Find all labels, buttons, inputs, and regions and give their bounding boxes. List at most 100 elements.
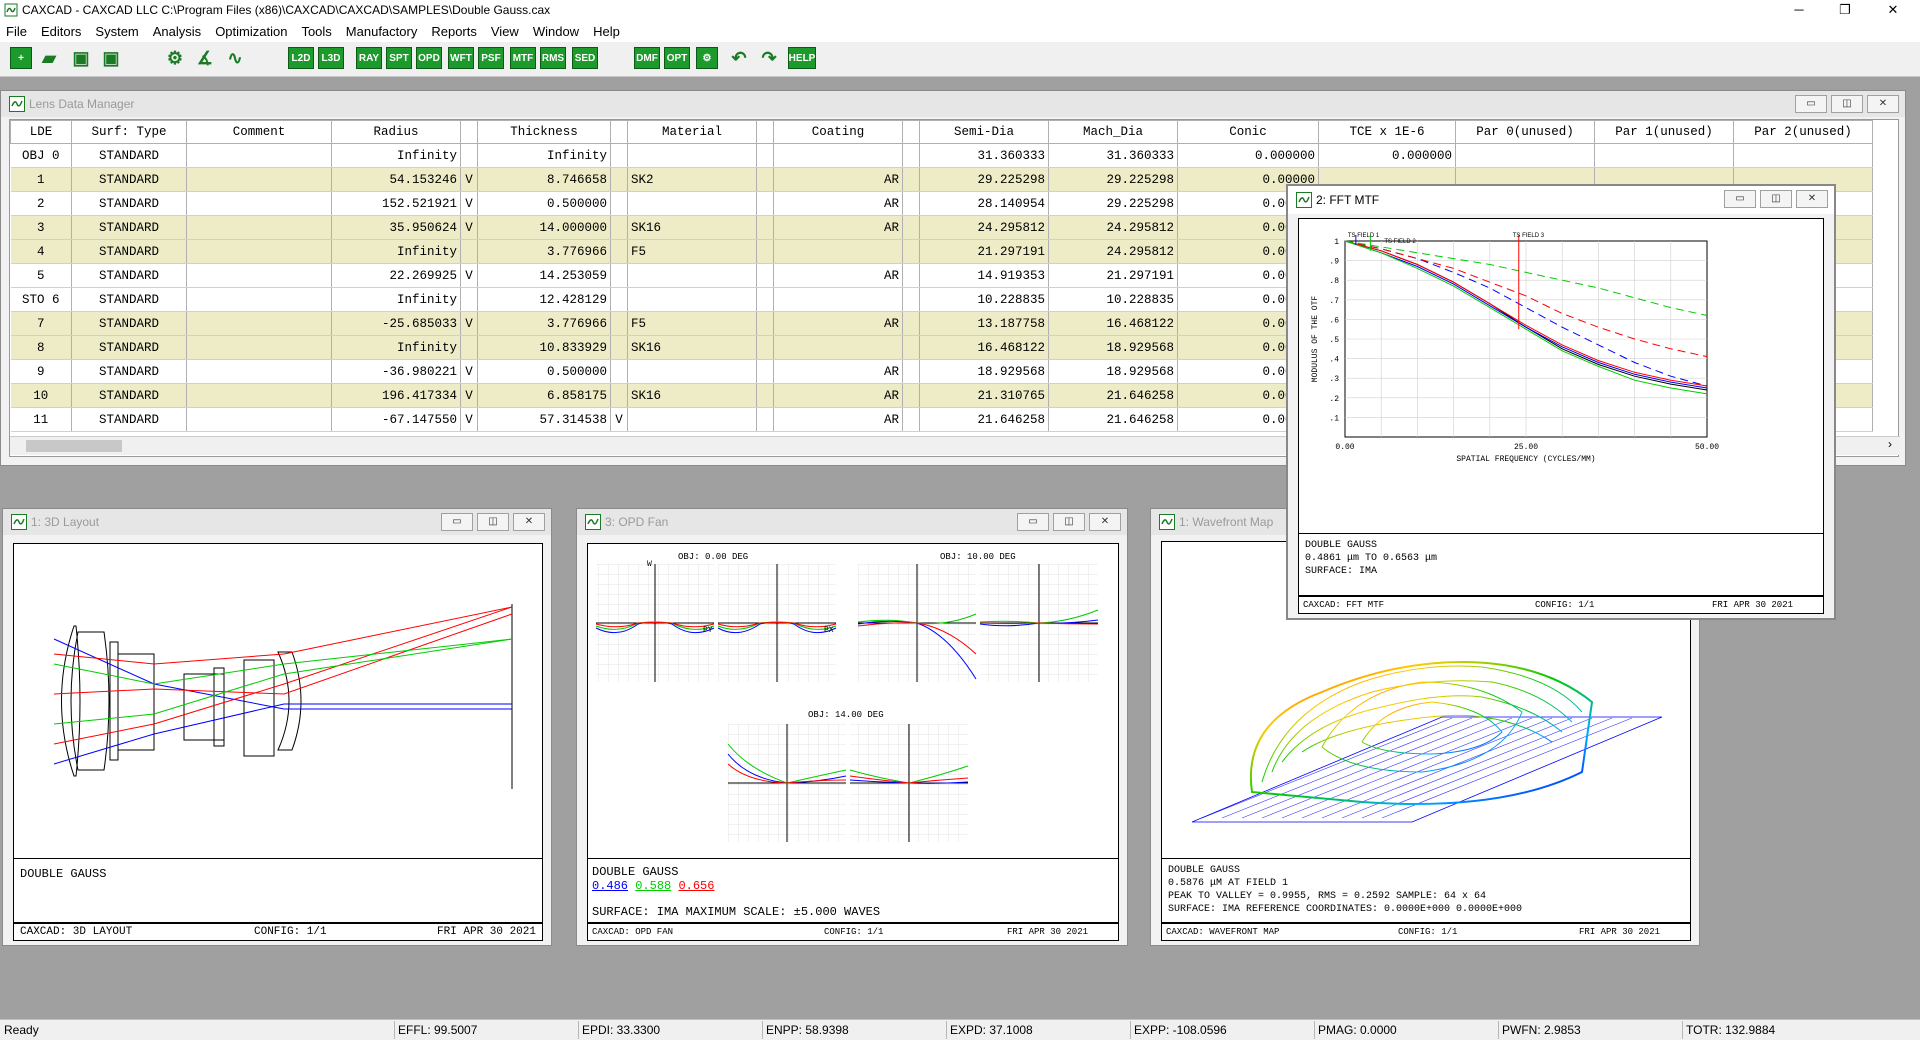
angle-tool-icon[interactable]: ∡ [194,47,216,69]
col-comment[interactable]: Comment [186,120,332,144]
lde-cell[interactable] [1594,143,1734,168]
menu-optimization[interactable]: Optimization [215,24,287,39]
lde-cell[interactable] [756,383,774,408]
lde-cell[interactable]: F5 [627,239,757,264]
lde-cell[interactable] [902,143,920,168]
lde-cell[interactable] [610,143,628,168]
lde-cell[interactable]: STANDARD [71,239,187,264]
menu-window[interactable]: Window [533,24,579,39]
lde-cell[interactable] [1455,143,1595,168]
lde-cell[interactable]: 21.297191 [919,239,1049,264]
menu-view[interactable]: View [491,24,519,39]
lde-cell[interactable] [186,311,332,336]
lde-cell[interactable] [902,311,920,336]
lde-cell[interactable] [902,383,920,408]
lde-cell[interactable]: STANDARD [71,167,187,192]
lde-cell[interactable]: 21.297191 [1048,263,1178,288]
lde-cell[interactable]: V [610,407,628,432]
lde-cell[interactable] [460,287,478,312]
lde-cell[interactable]: 5 [10,263,72,288]
lde-cell[interactable] [756,311,774,336]
col-thickness[interactable]: Thickness [477,120,611,144]
lde-cell[interactable]: 22.269925 [331,263,461,288]
lde-cell[interactable]: 7 [10,311,72,336]
lde-cell[interactable]: AR [773,311,903,336]
lde-cell[interactable] [627,407,757,432]
lde-cell[interactable] [627,143,757,168]
lde-cell[interactable]: V [460,311,478,336]
lde-cell[interactable]: -36.980221 [331,359,461,384]
help-button[interactable]: HELP [788,47,816,69]
lde-cell[interactable]: 18.929568 [919,359,1049,384]
mtf-button[interactable]: MTF [510,47,536,69]
menu-tools[interactable]: Tools [301,24,331,39]
lde-cell[interactable] [902,239,920,264]
lde-cell[interactable]: 3.776966 [477,311,611,336]
lde-cell[interactable]: -25.685033 [331,311,461,336]
lde-cell[interactable]: 10.833929 [477,335,611,360]
lde-cell[interactable]: STANDARD [71,383,187,408]
lde-cell[interactable] [610,311,628,336]
lde-cell[interactable]: 8 [10,335,72,360]
lde-cell[interactable]: 152.521921 [331,191,461,216]
lde-cell[interactable] [773,239,903,264]
col-material[interactable]: Material [627,120,757,144]
lde-cell[interactable]: 18.929568 [1048,335,1178,360]
lde-cell[interactable]: 29.225298 [1048,191,1178,216]
wft-button[interactable]: WFT [448,47,474,69]
lde-cell[interactable]: 16.468122 [1048,311,1178,336]
lde-cell[interactable] [627,263,757,288]
lde-cell[interactable]: STANDARD [71,215,187,240]
lde-cell[interactable]: 14.000000 [477,215,611,240]
menu-analysis[interactable]: Analysis [153,24,201,39]
layout-minimize-button[interactable]: ▭ [441,513,473,531]
lde-cell[interactable] [756,191,774,216]
lde-cell[interactable]: 57.314538 [477,407,611,432]
lde-cell[interactable]: 3 [10,215,72,240]
mtf-minimize-button[interactable]: ▭ [1724,190,1756,208]
opt-button[interactable]: OPT [664,47,690,69]
lde-cell[interactable]: OBJ 0 [10,143,72,168]
lde-cell[interactable]: STANDARD [71,287,187,312]
lde-cell[interactable] [186,359,332,384]
lde-cell[interactable]: SK16 [627,215,757,240]
lde-cell[interactable] [756,287,774,312]
undo-icon[interactable]: ↶ [728,47,750,69]
lde-cell[interactable]: 3.776966 [477,239,611,264]
lde-cell[interactable] [756,143,774,168]
lde-cell[interactable] [610,191,628,216]
lde-cell[interactable]: 6.858175 [477,383,611,408]
lde-cell[interactable] [756,263,774,288]
lde-cell[interactable] [902,407,920,432]
lde-cell[interactable]: 8.746658 [477,167,611,192]
lde-cell[interactable]: SK16 [627,383,757,408]
lde-cell[interactable] [186,191,332,216]
lde-cell[interactable]: V [460,407,478,432]
lde-cell[interactable]: 0.000000 [1177,143,1319,168]
lde-cell[interactable]: -67.147550 [331,407,461,432]
gear-tool-icon[interactable]: ⚙ [696,47,718,69]
col-par1[interactable]: Par 1(unused) [1594,120,1734,144]
lde-cell[interactable] [902,263,920,288]
new-file-icon[interactable]: + [10,47,32,69]
lde-cell[interactable]: AR [773,359,903,384]
sed-button[interactable]: SED [572,47,598,69]
l2d-button[interactable]: L2D [288,47,314,69]
lde-cell[interactable]: 0.500000 [477,359,611,384]
lde-cell[interactable]: 2 [10,191,72,216]
lde-cell[interactable] [773,287,903,312]
lde-cell[interactable] [627,287,757,312]
col-thickness-solve[interactable] [610,120,628,144]
lde-cell[interactable]: AR [773,407,903,432]
lde-cell[interactable]: 0.500000 [477,191,611,216]
lde-cell[interactable] [460,335,478,360]
lde-cell[interactable]: 31.360333 [1048,143,1178,168]
lde-cell[interactable]: 31.360333 [919,143,1049,168]
lde-cell[interactable] [186,143,332,168]
menu-help[interactable]: Help [593,24,620,39]
col-par2[interactable]: Par 2(unused) [1733,120,1873,144]
layout-close-button[interactable]: ✕ [513,513,545,531]
lde-cell[interactable]: 21.310765 [919,383,1049,408]
lde-cell[interactable]: STANDARD [71,335,187,360]
close-button[interactable]: ✕ [1870,0,1916,20]
